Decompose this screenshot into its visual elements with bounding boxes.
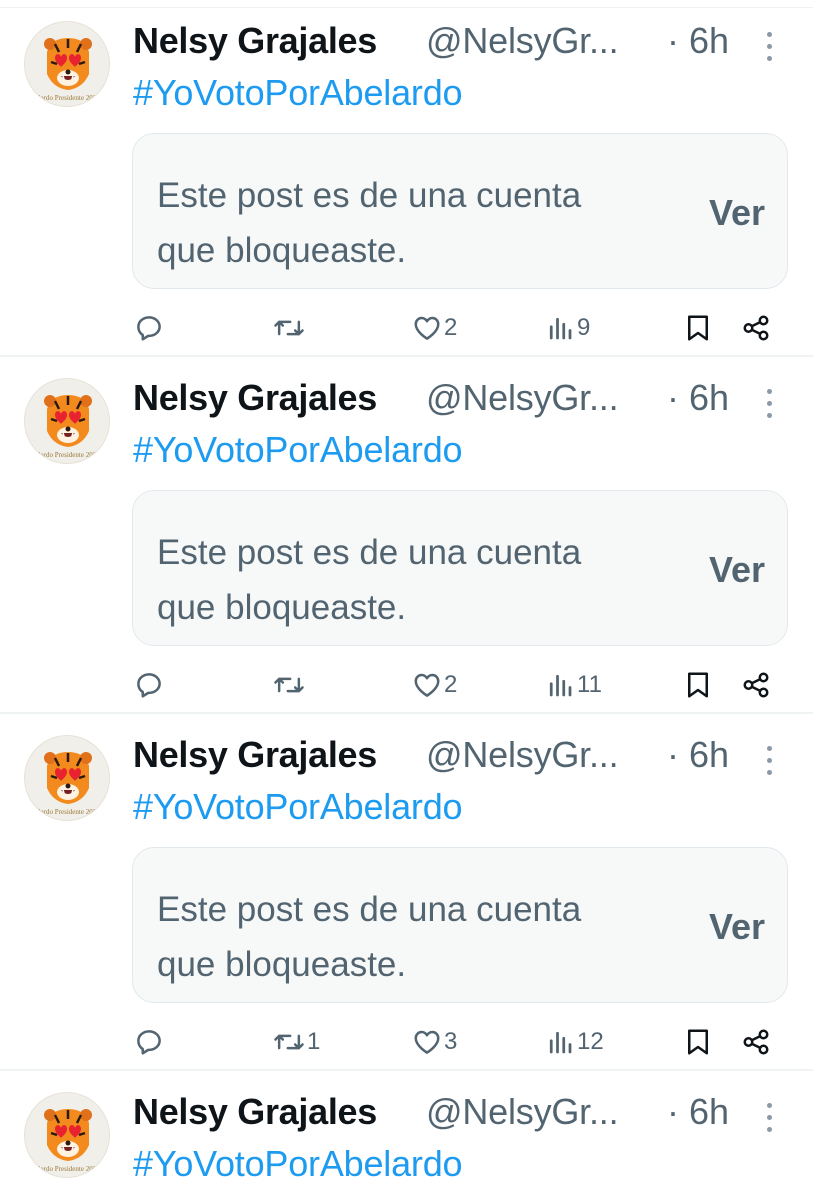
share-button[interactable] [741,663,771,707]
reply-button[interactable] [134,1020,166,1064]
author-name[interactable]: Nelsy Grajales [133,734,377,776]
views-button[interactable]: 11 [545,663,602,707]
like-icon [414,1030,440,1054]
repost-icon [274,320,304,336]
repost-button[interactable] [273,663,307,707]
bookmark-icon [688,1029,708,1055]
hashtag-link[interactable]: #YoVotoPorAbelardo [133,72,463,114]
views-button[interactable]: 9 [545,306,590,350]
post[interactable]: Abelardo Presidente 2026-2030 Nelsy Graj… [0,714,813,1071]
hashtag-link[interactable]: #YoVotoPorAbelardo [133,429,463,471]
hashtag-link[interactable]: #YoVotoPorAbelardo [133,1143,463,1185]
views-count: 12 [577,1028,604,1055]
more-icon[interactable] [757,387,781,421]
repost-icon [274,1034,304,1050]
bookmark-button[interactable] [684,1020,712,1064]
post[interactable]: Abelardo Presidente 2026-2030 Nelsy Graj… [0,357,813,714]
avatar[interactable]: Abelardo Presidente 2026-2030 [24,735,110,821]
blocked-notice-text: Este post es de una cuenta que bloqueast… [157,890,582,984]
reply-button[interactable] [134,306,166,350]
author-handle[interactable]: @NelsyGr... [426,734,619,776]
post-time[interactable]: · 6h [667,377,729,419]
repost-button[interactable] [273,306,307,350]
author-handle[interactable]: @NelsyGr... [426,1091,619,1133]
views-icon [549,317,572,340]
post-time[interactable]: · 6h [667,1091,729,1133]
share-icon [743,1029,769,1055]
author-handle[interactable]: @NelsyGr... [426,20,619,62]
reply-icon [137,316,161,341]
views-count: 9 [577,314,591,341]
like-icon [414,673,440,697]
view-button[interactable]: Ver [709,906,765,948]
bookmark-button[interactable] [684,663,712,707]
views-button[interactable]: 12 [545,1020,604,1064]
share-icon [743,672,769,698]
views-icon [549,1031,572,1054]
author-name[interactable]: Nelsy Grajales [133,1091,377,1133]
bookmark-icon [688,672,708,698]
blocked-notice: Este post es de una cuenta que bloqueast… [132,847,788,1003]
post-time[interactable]: · 6h [667,734,729,776]
avatar[interactable]: Abelardo Presidente 2026-2030 [24,1092,110,1178]
like-count: 3 [444,1028,458,1055]
post[interactable]: Abelardo Presidente 2026-2030 Nelsy Graj… [0,0,813,357]
action-bar: 2 9 [0,306,813,350]
more-icon[interactable] [757,1101,781,1135]
avatar-caption: Abelardo Presidente 2026-2030 [27,808,109,816]
like-button[interactable]: 2 [412,306,457,350]
author-name[interactable]: Nelsy Grajales [133,20,377,62]
like-button[interactable]: 2 [412,663,457,707]
views-icon [549,674,572,697]
blocked-notice-text: Este post es de una cuenta que bloqueast… [157,176,582,270]
like-count: 2 [444,314,458,341]
repost-button[interactable]: 1 [273,1020,320,1064]
avatar-caption: Abelardo Presidente 2026-2030 [27,94,109,102]
repost-icon [274,677,304,693]
avatar-caption: Abelardo Presidente 2026-2030 [27,1165,109,1173]
view-button[interactable]: Ver [709,549,765,591]
blocked-notice: Este post es de una cuenta que bloqueast… [132,133,788,289]
avatar[interactable]: Abelardo Presidente 2026-2030 [24,378,110,464]
blocked-notice-text: Este post es de una cuenta que bloqueast… [157,533,582,627]
share-button[interactable] [741,1020,771,1064]
view-button[interactable]: Ver [709,192,765,234]
blocked-notice: Este post es de una cuenta que bloqueast… [132,490,788,646]
reply-icon [137,673,161,698]
avatar-caption: Abelardo Presidente 2026-2030 [27,451,109,459]
avatar[interactable]: Abelardo Presidente 2026-2030 [24,21,110,107]
action-bar: 1 3 12 [0,1020,813,1064]
reply-icon [137,1030,161,1055]
bookmark-button[interactable] [684,306,712,350]
reply-button[interactable] [134,663,166,707]
action-bar: 2 11 [0,663,813,707]
author-handle[interactable]: @NelsyGr... [426,377,619,419]
like-icon [414,316,440,340]
share-icon [743,315,769,341]
more-icon[interactable] [757,744,781,778]
share-button[interactable] [741,306,771,350]
bookmark-icon [688,315,708,341]
more-icon[interactable] [757,30,781,64]
author-name[interactable]: Nelsy Grajales [133,377,377,419]
views-count: 11 [577,671,602,698]
post[interactable]: Abelardo Presidente 2026-2030 Nelsy Graj… [0,1071,813,1200]
repost-count: 1 [307,1028,321,1055]
hashtag-link[interactable]: #YoVotoPorAbelardo [133,786,463,828]
like-count: 2 [444,671,458,698]
post-time[interactable]: · 6h [667,20,729,62]
like-button[interactable]: 3 [412,1020,457,1064]
